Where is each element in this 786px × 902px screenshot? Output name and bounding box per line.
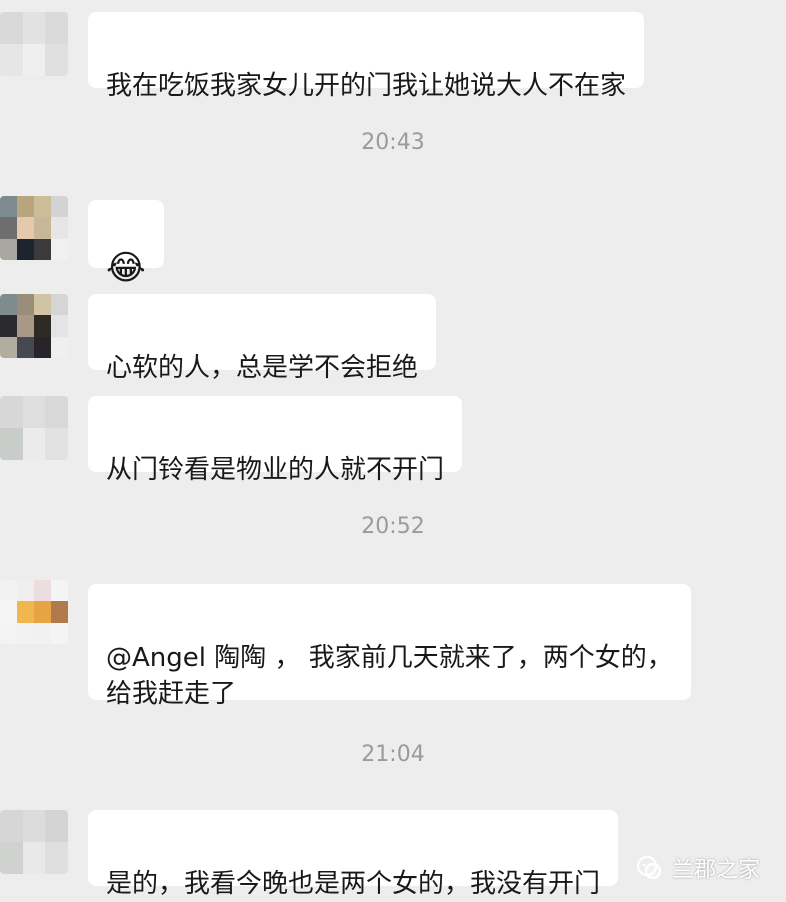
avatar[interactable] xyxy=(0,12,68,76)
message-bubble[interactable]: 我在吃饭我家女儿开的门我让她说大人不在家 xyxy=(88,12,645,101)
timestamp: 20:43 xyxy=(361,130,425,155)
message-text: 我在吃饭我家女儿开的门我让她说大人不在家 xyxy=(106,71,627,101)
message-text: 心软的人，总是学不会拒绝 xyxy=(106,353,419,383)
avatar[interactable] xyxy=(0,294,68,358)
message-text: @Angel 陶陶 ， 我家前几天就来了，两个女的， 给我赶走了 xyxy=(106,643,673,709)
wechat-official-account-icon xyxy=(636,855,662,880)
avatar[interactable] xyxy=(0,196,68,260)
watermark-text: 兰郡之家 xyxy=(671,858,760,883)
message-bubble[interactable]: @Angel 陶陶 ， 我家前几天就来了，两个女的， 给我赶走了 xyxy=(88,584,691,709)
message-bubble[interactable]: 是的，我看今晚也是两个女的，我没有开门 xyxy=(88,810,619,899)
chat-message-list[interactable]: 我在吃饭我家女儿开的门我让她说大人不在家 20:43 😂 心软的人，总是学不会拒… xyxy=(0,0,786,900)
watermark: 兰郡之家 xyxy=(636,852,760,884)
timestamp: 20:52 xyxy=(361,514,425,539)
timestamp: 21:04 xyxy=(361,742,425,767)
avatar[interactable] xyxy=(0,580,68,644)
laughing-tears-emoji: 😂 xyxy=(106,248,146,288)
avatar[interactable] xyxy=(0,396,68,460)
message-bubble[interactable]: 从门铃看是物业的人就不开门 xyxy=(88,396,463,485)
message-bubble[interactable]: 😂 xyxy=(88,200,164,286)
avatar[interactable] xyxy=(0,810,68,874)
message-bubble[interactable]: 心软的人，总是学不会拒绝 xyxy=(88,294,437,383)
message-text: 是的，我看今晚也是两个女的，我没有开门 xyxy=(106,869,601,899)
message-text: 从门铃看是物业的人就不开门 xyxy=(106,455,445,485)
